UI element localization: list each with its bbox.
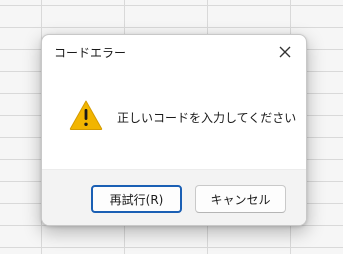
dialog-title: コードエラー <box>54 46 127 60</box>
retry-button[interactable]: 再試行(R) <box>91 185 182 213</box>
close-icon <box>279 46 291 58</box>
close-button[interactable] <box>264 35 306 69</box>
dialog-content: 正しいコードを入力してください <box>42 69 306 169</box>
dialog-footer: 再試行(R) キャンセル <box>42 169 306 225</box>
cancel-button[interactable]: キャンセル <box>195 185 286 213</box>
warning-icon <box>69 100 103 130</box>
dialog-titlebar: コードエラー <box>42 35 306 69</box>
dialog-message: 正しいコードを入力してください <box>117 111 297 125</box>
error-dialog: コードエラー 正しいコードを入力してください 再試行(R) キャンセル <box>41 34 307 226</box>
